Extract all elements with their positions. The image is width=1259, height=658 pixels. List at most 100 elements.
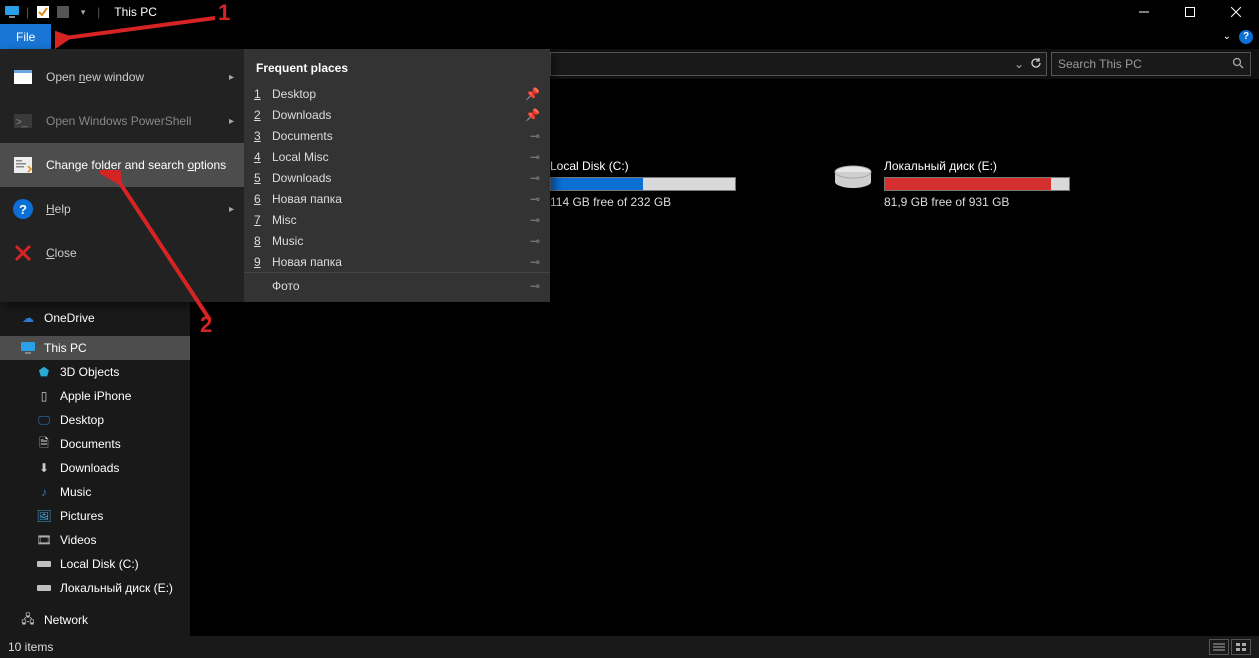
address-search-area: ⌄ Search This PC [550,52,1251,76]
frequent-place[interactable]: 4Local Misc⊸ [244,146,550,167]
close-button[interactable] [1213,0,1259,24]
content-pane: Local Disk (C:) 114 GB free of 232 GB Ло… [550,79,1259,636]
sidebar-item-pictures[interactable]: 🖼Pictures [0,504,190,528]
pin-icon[interactable]: ⊸ [530,255,540,269]
help-menu-icon: ? [10,196,36,222]
help-icon[interactable]: ? [1239,30,1253,44]
frequent-place[interactable]: 6Новая папка⊸ [244,188,550,209]
frequent-place[interactable]: Фото⊸ [244,272,550,298]
file-menu-left: Open new window ▸ >_ Open Windows PowerS… [0,49,244,302]
sidebar-item-3dobjects[interactable]: ⬟3D Objects [0,360,190,384]
address-bar[interactable]: ⌄ [550,52,1047,76]
drive-name: Локальный диск (E:) [884,159,1070,173]
powershell-icon: >_ [10,108,36,134]
sidebar-item-documents[interactable]: 🗎Documents [0,432,190,456]
drive-icon [36,556,52,572]
drive-usage-bar [884,177,1070,191]
status-item-count: 10 items [8,640,53,654]
sidebar-item-locale[interactable]: Локальный диск (E:) [0,576,190,600]
sidebar-item-network[interactable]: 🖧Network [0,608,190,632]
drive-icon [36,580,52,596]
3dobjects-icon: ⬟ [36,364,52,380]
status-bar: 10 items [0,636,1259,658]
address-dropdown-icon[interactable]: ⌄ [1014,57,1024,71]
sidebar-item-music[interactable]: ♪Music [0,480,190,504]
details-view-button[interactable] [1209,639,1229,655]
frequent-place[interactable]: 2Downloads📌 [244,104,550,125]
pin-icon[interactable]: ⊸ [530,150,540,164]
qat-props-icon[interactable] [55,4,71,20]
pin-icon[interactable]: 📌 [525,87,540,101]
view-buttons [1209,639,1251,655]
refresh-icon[interactable] [1030,57,1042,72]
sidebar-item-onedrive[interactable]: ☁OneDrive [0,306,190,330]
thispc-icon [4,4,20,20]
search-icon[interactable] [1232,57,1244,72]
drive-c[interactable]: Local Disk (C:) 114 GB free of 232 GB [550,159,736,209]
sidebar-item-desktop[interactable]: 🖵Desktop [0,408,190,432]
search-placeholder: Search This PC [1058,57,1142,71]
menu-label: Open Windows PowerShell [46,114,191,128]
pin-icon[interactable]: ⊸ [530,234,540,248]
sidebar-item-iphone[interactable]: ▯Apple iPhone [0,384,190,408]
menu-help[interactable]: ? Help ▸ [0,187,244,231]
title-bar: | ▾ | This PC [0,0,1259,24]
ribbon: File ⌄ ? [0,24,1259,49]
pictures-icon: 🖼 [36,508,52,524]
menu-open-powershell[interactable]: >_ Open Windows PowerShell ▸ [0,99,244,143]
ribbon-right: ⌄ ? [1223,24,1253,49]
frequent-places-header: Frequent places [244,57,550,83]
minimize-button[interactable] [1121,0,1167,24]
ribbon-expand-icon[interactable]: ⌄ [1223,31,1231,42]
frequent-place[interactable]: 9Новая папка⊸ [244,251,550,272]
documents-icon: 🗎 [36,436,52,452]
frequent-place[interactable]: 5Downloads⊸ [244,167,550,188]
menu-label: Open new window [46,70,144,84]
sidebar-item-thispc[interactable]: This PC [0,336,190,360]
drive-e[interactable]: Локальный диск (E:) 81,9 GB free of 931 … [830,159,1070,209]
qat-dropdown-icon[interactable]: ▾ [75,4,91,20]
sidebar-item-downloads[interactable]: ⬇Downloads [0,456,190,480]
sidebar-item-videos[interactable]: 🎞Videos [0,528,190,552]
window-controls [1121,0,1259,24]
drive-usage-bar [550,177,736,191]
pin-icon[interactable]: ⊸ [530,279,540,293]
pin-icon[interactable]: ⊸ [530,213,540,227]
maximize-button[interactable] [1167,0,1213,24]
frequent-place[interactable]: 3Documents⊸ [244,125,550,146]
annotation-number-2: 2 [200,312,212,338]
thispc-icon [20,340,36,356]
menu-close[interactable]: Close [0,231,244,275]
videos-icon: 🎞 [36,532,52,548]
file-menu: Open new window ▸ >_ Open Windows PowerS… [0,49,550,302]
pin-icon[interactable]: ⊸ [530,129,540,143]
tiles-view-button[interactable] [1231,639,1251,655]
phone-icon: ▯ [36,388,52,404]
drive-name: Local Disk (C:) [550,159,736,173]
pin-icon[interactable]: ⊸ [530,192,540,206]
pin-icon[interactable]: 📌 [525,108,540,122]
submenu-arrow-icon: ▸ [229,204,234,215]
menu-label: Change folder and search options [46,158,226,172]
pin-icon[interactable]: ⊸ [530,171,540,185]
frequent-place[interactable]: 7Misc⊸ [244,209,550,230]
search-input[interactable]: Search This PC [1051,52,1251,76]
menu-change-options[interactable]: Change folder and search options [0,143,244,187]
separator: | [97,5,100,19]
drive-icon [830,159,876,199]
close-menu-icon [10,240,36,266]
submenu-arrow-icon: ▸ [229,72,234,83]
frequent-place[interactable]: 8Music⊸ [244,230,550,251]
downloads-icon: ⬇ [36,460,52,476]
svg-text:>_: >_ [16,117,28,128]
file-tab[interactable]: File [0,24,51,49]
drive-free-text: 114 GB free of 232 GB [550,195,736,209]
qat-save-icon[interactable] [35,4,51,20]
title-bar-left: | ▾ | This PC [0,4,157,20]
menu-open-new-window[interactable]: Open new window ▸ [0,55,244,99]
frequent-place[interactable]: 1Desktop📌 [244,83,550,104]
submenu-arrow-icon: ▸ [229,116,234,127]
music-icon: ♪ [36,484,52,500]
menu-label: Close [46,246,77,260]
sidebar-item-localc[interactable]: Local Disk (C:) [0,552,190,576]
